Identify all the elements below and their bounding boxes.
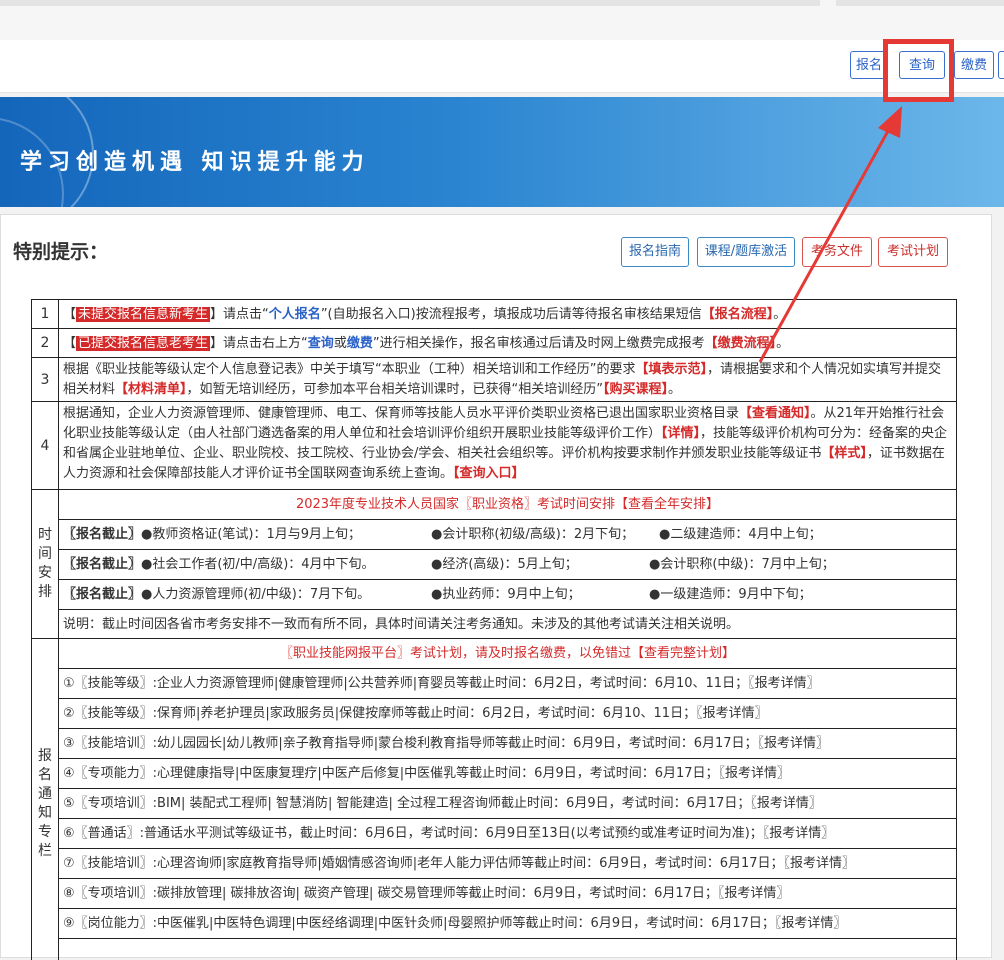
plan-item[interactable]: ⑦〖技能培训〗:心理咨询师|家庭教育指导师|婚姻情感咨询师|老年人能力评估师等截… xyxy=(59,849,956,879)
new-candidate-label: 未提交报名信息新考生 xyxy=(76,307,211,322)
schedule-line-2: 〖报名截止〗●社会工作者(初/中/高级)：4月中下旬。 ●经济(高级)：5月上旬… xyxy=(59,550,956,580)
row-text: 。 xyxy=(668,382,682,397)
banner-slogan: 学习创造机遇 知识提升能力 xyxy=(20,149,370,175)
deadline-tag: 〖报名截止〗 xyxy=(63,587,142,602)
plan-item[interactable]: ④〖专项能力〗:心理健康指导|中医康复理疗|中医产后修复|中医催乳等截止时间：6… xyxy=(59,759,956,789)
schedule-side-label: 时间安排 xyxy=(32,490,59,639)
schedule-heading[interactable]: 2023年度专业技术人员国家〖职业资格〗考试时间安排【查看全年安排】 xyxy=(59,490,956,520)
plan-item[interactable]: ③〖技能培训〗:幼儿园园长|幼儿教师|亲子教育指导师|蒙台梭利教育指导师等截止时… xyxy=(59,729,956,759)
schedule-line-1: 〖报名截止〗●教师资格证(笔试)：1月与9月上旬； ●会计职称(初级/高级)：2… xyxy=(59,520,956,550)
pay-link[interactable]: 缴费 xyxy=(347,336,373,351)
row-number: 3 xyxy=(32,358,59,401)
old-candidate-label: 已提交报名信息老考生 xyxy=(76,336,211,351)
course-activate-button[interactable]: 课程/题库激活 xyxy=(697,237,795,267)
row-text: 或 xyxy=(333,336,347,351)
plan-heading[interactable]: 〖职业技能网报平台〗考试计划，请及时报名缴费，以免错过【查看完整计划】 xyxy=(59,639,956,669)
sample-link[interactable]: 【样式】 xyxy=(821,446,867,461)
schedule-item: ●执业药师：9月中上旬； xyxy=(431,587,581,602)
row-text: 。 xyxy=(773,307,787,322)
schedule-item: ●一级建造师：9月中下旬； xyxy=(649,587,812,602)
notice-panel: 特别提示： 报名指南 课程/题库激活 考务文件 考试计划 1 【未提交报名信息新… xyxy=(0,214,992,960)
plan-item[interactable]: ①〖技能等级〗:企业人力资源管理师|健康管理师|公共营养师|育婴员等截止时间：6… xyxy=(59,669,956,699)
banner: 学习创造机遇 知识提升能力 xyxy=(0,97,1004,207)
plan-item[interactable]: ⑥〖普通话〗:普通话水平测试等级证书，截止时间：6月6日，考试时间：6月9日至1… xyxy=(59,819,956,849)
deadline-tag: 〖报名截止〗 xyxy=(63,527,142,542)
row-number: 1 xyxy=(32,300,59,328)
material-list-link[interactable]: 【材料清单】 xyxy=(115,382,187,397)
view-notice-link[interactable]: 【查看通知】 xyxy=(739,406,811,421)
highlight-box xyxy=(883,39,954,102)
schedule-item: ●会计职称(初级/高级)：2月下旬； xyxy=(431,527,635,542)
deadline-tag: 〖报名截止〗 xyxy=(63,557,142,572)
plan-item[interactable]: ⑤〖专项培训〗:BIM| 装配式工程师| 智慧消防| 智能建造| 全过程工程咨询… xyxy=(59,789,956,819)
row-text: 。 xyxy=(776,336,790,351)
row-content: 根据《职业技能等级认定个人信息登记表》中关于填写“本职业（工种）相关培训和工作经… xyxy=(59,358,956,401)
schedule-item: ●经济(高级)：5月上旬； xyxy=(431,557,578,572)
schedule-item: ●会计职称(中级)：7月中上旬； xyxy=(649,557,835,572)
plan-item[interactable]: ⑨〖岗位能力〗:中医催乳|中医特色调理|中医经络调理|中医针灸师|母婴照护师等截… xyxy=(59,909,956,939)
notice-row-1: 1 【未提交报名信息新考生 】请点击“个人报名”(自助报名入口)按流程报考，填报成… xyxy=(32,300,956,329)
form-sample-link[interactable]: 【填表示范】 xyxy=(635,362,707,377)
notice-row-4: 4 根据通知，企业人力资源管理师、健康管理师、电工、保育师等技能人员水平评价类职… xyxy=(32,402,956,490)
personal-signup-link[interactable]: 个人报名 xyxy=(269,307,321,322)
row-text: 请点击右上方“ xyxy=(223,336,308,351)
top-strip-segment xyxy=(0,0,820,6)
row-text: ，如暂无培训经历，可参加本平台相关培训课时，已获得“相关培训经历” xyxy=(186,382,604,397)
query-entry-link[interactable]: 【查询入口】 xyxy=(453,466,525,481)
top-strip xyxy=(0,0,1004,40)
top-toolbar: 报名 查询 缴费 xyxy=(0,40,1004,93)
guide-button[interactable]: 报名指南 xyxy=(621,237,689,267)
row-content: 【已提交报名信息老考生 】请点击右上方“查询或缴费”进行相关操作，报名审核通过后请… xyxy=(63,336,790,351)
plan-item[interactable]: ⑧〖专项培训〗:碳排放管理| 碳排放咨询| 碳资产管理| 碳交易管理师等截止时间… xyxy=(59,879,956,909)
row-text: ”进行相关操作，报名审核通过后请及时网上缴费完成报考 xyxy=(372,336,705,351)
exam-plan-button[interactable]: 考试计划 xyxy=(878,237,948,267)
schedule-note: 说明：截止时间因各省市考务安排不一致而有所不同，具体时间请关注考务通知。未涉及的… xyxy=(59,610,956,639)
more-button[interactable] xyxy=(998,51,1004,79)
query-link[interactable]: 查询 xyxy=(308,336,334,351)
row-text: 根据《职业技能等级认定个人信息登记表》中关于填写“本职业（工种）相关培训和工作经… xyxy=(63,362,636,377)
row-content: 根据通知，企业人力资源管理师、健康管理师、电工、保育师等技能人员水平评价类职业资… xyxy=(59,402,956,489)
schedule-item: ●人力资源管理师(初/中级)：7月下旬。 xyxy=(141,587,371,602)
row-text: ”(自助报名入口)按流程报考，填报成功后请等待报名审核结果短信 xyxy=(320,307,702,322)
row-text: 请点击“ xyxy=(223,307,269,322)
schedule-item: ●教师资格证(笔试)：1月与9月上旬； xyxy=(141,527,362,542)
top-strip-segment xyxy=(836,0,1004,6)
plan-item-partial xyxy=(59,939,956,960)
notice-title: 特别提示： xyxy=(13,241,109,263)
row-number: 2 xyxy=(32,329,59,357)
schedule-line-3: 〖报名截止〗●人力资源管理师(初/中级)：7月下旬。 ●执业药师：9月中上旬； … xyxy=(59,580,956,610)
exam-files-button[interactable]: 考务文件 xyxy=(802,237,872,267)
row-text: 根据通知，企业人力资源管理师、健康管理师、电工、保育师等技能人员水平评价类职业资… xyxy=(63,406,740,421)
buy-course-link[interactable]: 【购买课程】 xyxy=(603,382,668,397)
signup-flow-link[interactable]: 【报名流程】 xyxy=(702,307,774,322)
schedule-item: ●二级建造师：4月中上旬； xyxy=(659,527,822,542)
details-link[interactable]: 【详情】 xyxy=(661,426,700,441)
notice-row-3: 3 根据《职业技能等级认定个人信息登记表》中关于填写“本职业（工种）相关培训和工… xyxy=(32,358,956,402)
schedule-item: ●社会工作者(初/中/高级)：4月中下旬。 xyxy=(141,557,375,572)
plan-side-label: 报名通知专栏 xyxy=(32,639,59,960)
notice-table: 1 【未提交报名信息新考生 】请点击“个人报名”(自助报名入口)按流程报考，填报成… xyxy=(31,299,957,960)
row-number: 4 xyxy=(32,402,59,489)
plan-item[interactable]: ②〖技能等级〗:保育师|养老护理员|家政服务员|保健按摩师等截止时间：6月2日，… xyxy=(59,699,956,729)
pay-button[interactable]: 缴费 xyxy=(954,51,994,79)
pay-flow-link[interactable]: 【缴费流程】 xyxy=(705,336,777,351)
row-content: 【未提交报名信息新考生 】请点击“个人报名”(自助报名入口)按流程报考，填报成功后… xyxy=(63,307,787,322)
notice-row-2: 2 【已提交报名信息老考生 】请点击右上方“查询或缴费”进行相关操作，报名审核通过… xyxy=(32,329,956,358)
